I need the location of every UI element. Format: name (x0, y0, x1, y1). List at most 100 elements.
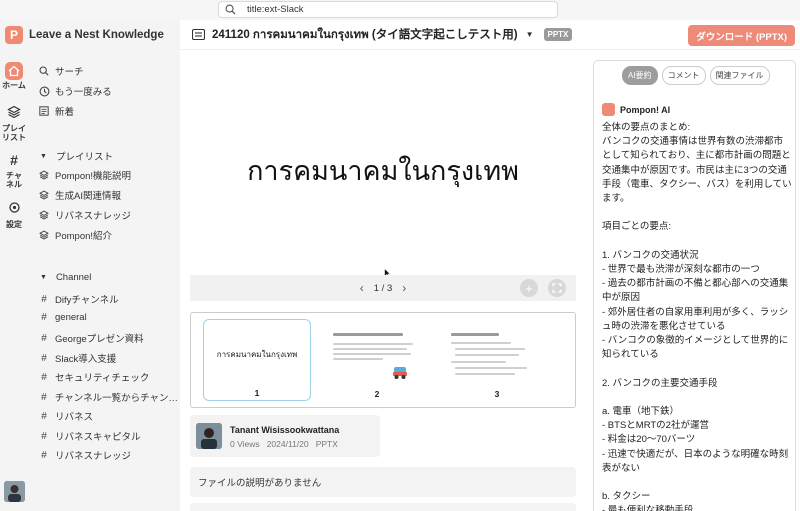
channel-section-header[interactable]: ▼ Channel (40, 272, 91, 283)
sidebar-item-label: general (55, 312, 87, 323)
ai-name: Pompon! AI (620, 104, 671, 115)
hash-icon: # (41, 332, 47, 344)
sidebar-playlist-item[interactable]: リバネスナレッジ (38, 208, 178, 222)
prev-slide-icon[interactable]: ‹ (360, 281, 364, 295)
author-card[interactable]: Tanant Wisissookwattana 0 Views 2024/11/… (190, 415, 380, 457)
sidebar-item-new[interactable]: 新着 (38, 104, 178, 118)
hash-icon: # (10, 152, 18, 168)
slide-thumbnail[interactable]: 3 (443, 319, 551, 401)
rail-home[interactable]: ホーム (0, 62, 28, 90)
brand-logo-icon: P (5, 26, 23, 44)
slide-viewer[interactable]: การคมนาคมในกรุงเทพ (190, 65, 576, 275)
sidebar-item-label: リバネスキャピタル (55, 432, 141, 443)
sidebar-item-search[interactable]: サーチ (38, 64, 178, 78)
sidebar-item-label: セキュリティチェック (55, 373, 150, 384)
rail-channel-label-1: チャ (6, 171, 22, 180)
rail-home-label: ホーム (2, 81, 26, 90)
panel-tabs: AI要約 コメント 関連ファイル (622, 66, 774, 85)
add-icon[interactable]: + (520, 279, 538, 297)
sidebar-item-label: リバネス (55, 412, 94, 423)
home-icon (5, 62, 23, 80)
chevron-down-icon: ▼ (40, 274, 47, 281)
tab-comments[interactable]: コメント (661, 66, 706, 85)
sidebar-channel-item[interactable]: # リバネス (38, 409, 178, 424)
icon-rail: ホーム プレイ リスト # チャ ネル 設定 (0, 50, 28, 511)
ai-panel: AI要約 コメント 関連ファイル Pompon! AI 全体の要点のまとめ: バ… (593, 60, 796, 511)
sidebar-playlist-item[interactable]: Pompon!機能説明 (38, 168, 178, 182)
sidebar-item-label: リバネスナレッジ (55, 451, 132, 462)
sidebar-item-label: Pompon!紹介 (55, 231, 113, 242)
layers-icon (5, 105, 23, 123)
channel-section-label: Channel (55, 272, 92, 283)
sidebar-playlist-item[interactable]: 生成AI関連情報 (38, 188, 178, 202)
playlist-section-header[interactable]: ▼ プレイリスト (40, 149, 113, 163)
new-icon (38, 106, 50, 116)
gear-icon (5, 201, 23, 219)
extra-panel (190, 503, 576, 511)
author-name: Tanant Wisissookwattana (230, 425, 340, 435)
thumbnail-title: การคมนาคมในกรุงเทพ (216, 350, 298, 359)
slide-thumbnail[interactable]: การคมนาคมในกรุงเทพ 1 (203, 319, 311, 401)
brand-name: Leave a Nest Knowledge (29, 29, 164, 41)
rail-playlist[interactable]: プレイ リスト (0, 105, 28, 142)
sidebar-item-label: 新着 (55, 107, 75, 118)
sidebar-item-label: もう一度みる (55, 87, 112, 98)
fullscreen-icon[interactable] (548, 279, 566, 297)
hash-icon: # (41, 430, 47, 442)
hash-icon: # (41, 352, 47, 364)
sidebar-channel-item[interactable]: # general (38, 312, 178, 323)
hash-icon: # (41, 293, 47, 305)
ai-logo-icon (602, 103, 615, 116)
slide-page-indicator: 1 / 3 (373, 282, 393, 294)
chevron-down-icon: ▼ (40, 152, 47, 160)
sidebar-item-label: チャンネル一覧からチャン… (54, 393, 178, 404)
layers-icon (38, 210, 50, 220)
sidebar-channel-item[interactable]: # リバネスキャピタル (38, 429, 178, 444)
slide-thumbnails: การคมนาคมในกรุงเทพ 1 2 3 (190, 312, 576, 408)
upload-date: 2024/11/20 (266, 439, 309, 449)
sidebar-item-history[interactable]: もう一度みる (38, 84, 178, 98)
layers-icon (38, 170, 50, 180)
sidebar-playlist-item[interactable]: Pompon!紹介 (38, 228, 178, 242)
thumbnail-number: 3 (494, 389, 500, 399)
tab-related-files[interactable]: 関連ファイル (709, 66, 770, 85)
thumbnail-number: 1 (254, 388, 260, 398)
search-input[interactable]: title:ext-Slack (218, 1, 558, 18)
sidebar-channel-item[interactable]: # チャンネル一覧からチャン… (38, 390, 178, 405)
hash-icon: # (41, 391, 47, 403)
download-button[interactable]: ダウンロード (PPTX) (688, 25, 795, 46)
author-meta: 0 Views 2024/11/20 PPTX (230, 439, 338, 449)
slide-thumbnail[interactable]: 2 (323, 319, 431, 401)
playlist-section-label: プレイリスト (55, 152, 113, 163)
document-title: 241120 การคมนาคมในกรุงเทพ (タイ語文字起こしテスト用) (212, 28, 518, 41)
user-avatar[interactable] (4, 481, 25, 502)
sidebar-item-label: リバネスナレッジ (55, 211, 132, 222)
sidebar-channel-item[interactable]: # Georgeプレゼン資料 (38, 331, 178, 346)
next-slide-icon[interactable]: › (402, 281, 406, 295)
hash-icon: # (41, 371, 47, 383)
thumbnail-number: 2 (374, 389, 380, 399)
chevron-down-icon[interactable]: ▼ (526, 30, 534, 39)
layers-icon (38, 230, 50, 240)
vehicle-icon (393, 367, 407, 379)
history-icon (38, 86, 50, 97)
brand[interactable]: P Leave a Nest Knowledge (0, 20, 180, 50)
ai-summary-text: 全体の要点のまとめ: バンコクの交通事情は世界有数の渋滞都市として知られており、… (602, 122, 792, 511)
sidebar-channel-item[interactable]: # Slack導入支援 (38, 351, 178, 366)
sidebar-channel-item[interactable]: # リバネスナレッジ (38, 448, 178, 463)
document-header: 241120 การคมนาคมในกรุงเทพ (タイ語文字起こしテスト用)… (180, 20, 800, 50)
top-bar: title:ext-Slack (0, 0, 800, 20)
slide-pager: ‹ 1 / 3 › + (190, 275, 576, 301)
rail-settings[interactable]: 設定 (0, 201, 28, 229)
rail-playlist-label-2: リスト (2, 133, 26, 142)
search-input-value: title:ext-Slack (247, 4, 304, 15)
document-icon (192, 29, 206, 40)
search-icon (38, 66, 50, 76)
hash-icon: # (41, 449, 47, 461)
slide-title: การคมนาคมในกรุงเทพ (247, 155, 519, 187)
tab-ai-summary[interactable]: AI要約 (622, 66, 658, 85)
sidebar-channel-item[interactable]: # Difyチャンネル (38, 292, 178, 307)
rail-channel[interactable]: # チャ ネル (0, 152, 28, 189)
sidebar-channel-item[interactable]: # セキュリティチェック (38, 370, 178, 385)
sidebar-item-label: Slack導入支援 (55, 354, 117, 365)
